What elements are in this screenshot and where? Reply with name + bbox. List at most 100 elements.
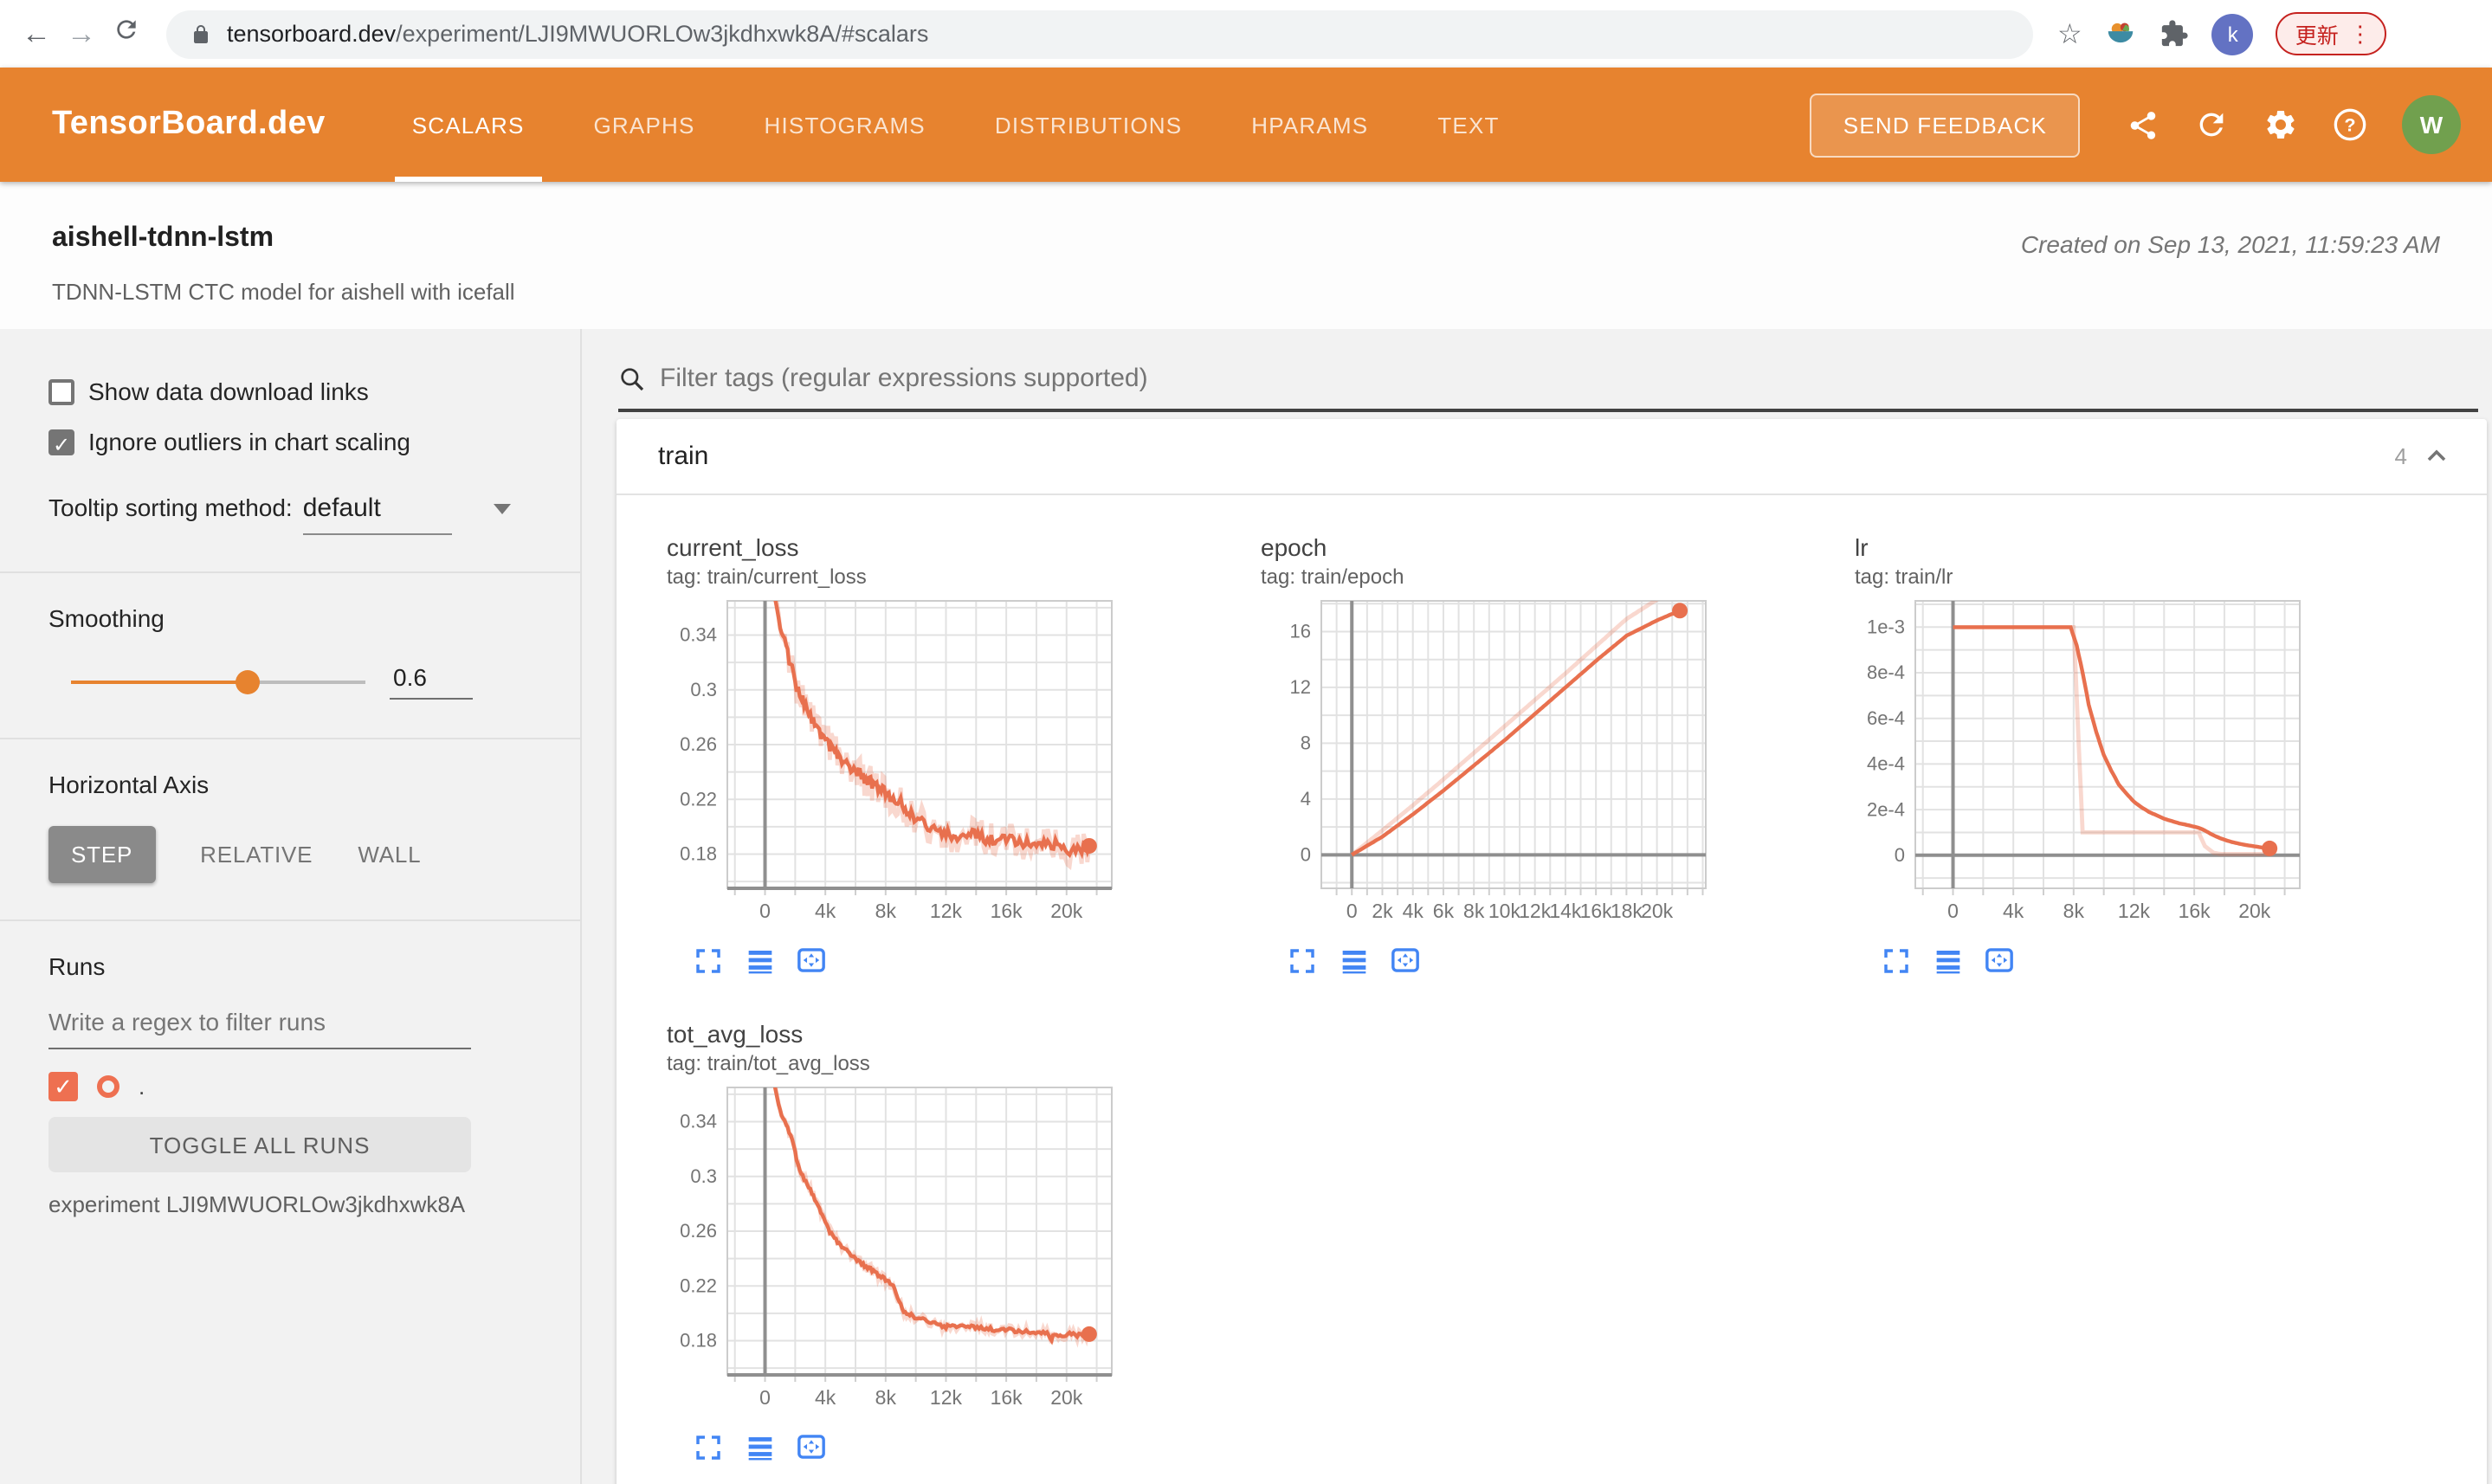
slider-thumb[interactable] <box>236 669 260 694</box>
chart-tag: tag: train/tot_avg_loss <box>667 1051 870 1075</box>
svg-text:8e-4: 8e-4 <box>1867 661 1905 683</box>
fit-domain-icon[interactable] <box>1391 945 1420 975</box>
tab-scalars[interactable]: SCALARS <box>394 68 542 182</box>
toggle-all-runs-button[interactable]: TOGGLE ALL RUNS <box>48 1117 471 1172</box>
svg-text:16k: 16k <box>991 1386 1023 1409</box>
filter-tags-input[interactable]: Filter tags (regular expressions support… <box>618 350 2478 412</box>
smoothing-value-input[interactable]: 0.6 <box>390 663 473 700</box>
svg-text:0.3: 0.3 <box>690 679 717 700</box>
tooltip-sorting-label: Tooltip sorting method: <box>48 494 293 521</box>
expand-chart-icon[interactable] <box>693 945 722 975</box>
axis-relative-button[interactable]: RELATIVE <box>200 842 313 868</box>
smoothing-label: Smoothing <box>48 604 165 632</box>
tab-hparams[interactable]: HPARAMS <box>1248 68 1372 182</box>
log-scale-icon[interactable] <box>1339 945 1368 975</box>
svg-text:0.34: 0.34 <box>680 1111 717 1132</box>
browser-refresh-icon[interactable] <box>104 16 149 52</box>
svg-text:6k: 6k <box>1433 900 1455 922</box>
expand-chart-icon[interactable] <box>693 1432 722 1461</box>
experiment-id-note: experiment LJI9MWUORLOw3jkdhxwk8A <box>48 1191 466 1217</box>
svg-text:4k: 4k <box>1403 900 1424 922</box>
runs-label: Runs <box>48 952 106 980</box>
update-label: 更新 <box>2295 24 2339 48</box>
svg-text:0: 0 <box>1301 844 1311 866</box>
svg-text:0.18: 0.18 <box>680 843 717 865</box>
extensions-puzzle-icon[interactable] <box>2160 19 2190 48</box>
svg-text:4k: 4k <box>815 900 836 922</box>
fit-domain-icon[interactable] <box>797 945 826 975</box>
expand-chart-icon[interactable] <box>1287 945 1316 975</box>
fit-domain-icon[interactable] <box>797 1432 826 1461</box>
lock-icon <box>190 22 211 46</box>
svg-text:16k: 16k <box>1580 900 1613 922</box>
experiment-created: Created on Sep 13, 2021, 11:59:23 AM <box>2020 230 2440 258</box>
chrome-update-button[interactable]: 更新 ⋮ <box>2276 12 2387 55</box>
help-icon[interactable]: ? <box>2329 104 2371 145</box>
charts-grid: current_loss tag: train/current_loss 0.1… <box>617 495 2487 1484</box>
axis-step-button[interactable]: STEP <box>48 826 156 883</box>
checkbox-unchecked[interactable] <box>48 378 74 404</box>
show-download-links-checkbox-row[interactable]: Show data download links <box>48 377 532 405</box>
tab-graphs[interactable]: GRAPHS <box>591 68 699 182</box>
svg-text:4: 4 <box>1301 788 1311 810</box>
filter-placeholder: Filter tags (regular expressions support… <box>660 364 1148 393</box>
tooltip-sorting-select[interactable]: default <box>302 494 511 535</box>
svg-text:?: ? <box>2344 114 2355 136</box>
send-feedback-button[interactable]: SEND FEEDBACK <box>1810 93 2080 157</box>
svg-text:0: 0 <box>1947 900 1959 922</box>
axis-wall-button[interactable]: WALL <box>358 842 421 868</box>
group-name: train <box>658 442 709 471</box>
chart-title: tot_avg_loss <box>667 1020 804 1048</box>
tab-histograms[interactable]: HISTOGRAMS <box>761 68 929 182</box>
svg-text:0.26: 0.26 <box>680 1220 717 1242</box>
share-icon[interactable] <box>2121 104 2163 145</box>
run-row[interactable]: ✓ . <box>48 1072 532 1101</box>
svg-text:1e-3: 1e-3 <box>1867 616 1905 638</box>
expand-chart-icon[interactable] <box>1881 945 1910 975</box>
browser-back-icon[interactable]: ← <box>14 16 59 51</box>
chart-plot[interactable]: 0 2e-4 4e-4 6e-4 8e-4 1e-3 0 4k 8k 12k 16k 20k <box>1846 594 2440 942</box>
svg-text:20k: 20k <box>1050 1386 1083 1409</box>
chart-tag: tag: train/epoch <box>1261 565 1404 589</box>
svg-text:12k: 12k <box>930 1386 963 1409</box>
smoothing-slider[interactable] <box>71 669 365 694</box>
tooltip-sorting-value: default <box>302 494 381 523</box>
svg-text:20k: 20k <box>2238 900 2271 922</box>
scalars-dashboard: Filter tags (regular expressions support… <box>584 329 2492 1484</box>
bookmark-star-icon[interactable]: ☆ <box>2057 16 2082 51</box>
collapse-chevron-icon[interactable] <box>2421 441 2452 472</box>
url-path: /experiment/LJI9MWUORLOw3jkdhxwk8A/#scal… <box>396 21 929 47</box>
browser-menu-icon: ⋮ <box>2348 21 2372 47</box>
svg-text:0: 0 <box>759 1386 771 1409</box>
settings-gear-icon[interactable] <box>2260 104 2302 145</box>
group-chart-count: 4 <box>2394 443 2407 469</box>
url-bar[interactable]: tensorboard.dev/experiment/LJI9MWUORLOw3… <box>166 10 2033 58</box>
log-scale-icon[interactable] <box>745 945 774 975</box>
tab-text[interactable]: TEXT <box>1434 68 1502 182</box>
svg-text:18k: 18k <box>1611 900 1643 922</box>
browser-forward-icon[interactable]: → <box>59 16 104 51</box>
refresh-icon[interactable] <box>2191 104 2232 145</box>
extension-salad-icon[interactable] <box>2105 17 2138 50</box>
chart-plot[interactable]: 0.18 0.22 0.26 0.3 0.34 0 4k 8k 12k 16k 20k <box>658 594 1252 942</box>
tab-distributions[interactable]: DISTRIBUTIONS <box>991 68 1185 182</box>
runs-regex-input[interactable]: Write a regex to filter runs <box>48 1008 471 1049</box>
fit-domain-icon[interactable] <box>1985 945 2014 975</box>
run-checkbox[interactable]: ✓ <box>48 1072 78 1101</box>
app-logo: TensorBoard.dev <box>52 106 326 142</box>
experiment-header: aishell-tdnn-lstm TDNN-LSTM CTC model fo… <box>0 182 2492 329</box>
log-scale-icon[interactable] <box>1933 945 1962 975</box>
chart-plot[interactable]: 0 4 8 12 16 0 2k 4k 6k 8k 10k 12k 14k 16k 18k 20k <box>1252 594 1846 942</box>
svg-text:8: 8 <box>1301 732 1311 754</box>
checkbox-checked[interactable]: ✓ <box>48 429 74 456</box>
svg-text:0: 0 <box>1895 844 1905 866</box>
chart-title: lr <box>1855 533 1869 561</box>
log-scale-icon[interactable] <box>745 1432 774 1461</box>
app-bar: TensorBoard.dev SCALARS GRAPHS HISTOGRAM… <box>0 68 2492 182</box>
account-avatar[interactable]: W <box>2402 95 2461 154</box>
settings-sidebar: Show data download links ✓ Ignore outlie… <box>0 329 582 1484</box>
ignore-outliers-checkbox-row[interactable]: ✓ Ignore outliers in chart scaling <box>48 428 532 456</box>
svg-text:2e-4: 2e-4 <box>1867 798 1905 820</box>
chart-plot[interactable]: 0.18 0.22 0.26 0.3 0.34 0 4k 8k 12k 16k 20k <box>658 1081 1252 1429</box>
browser-profile-avatar[interactable]: k <box>2211 13 2254 55</box>
